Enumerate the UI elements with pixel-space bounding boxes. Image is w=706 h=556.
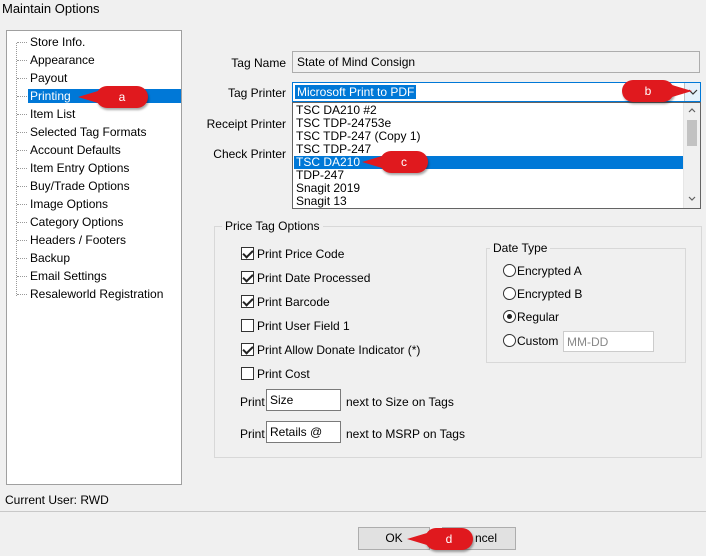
current-user-status: Current User: RWD	[5, 493, 109, 507]
tree-item-label: Payout	[30, 71, 68, 85]
tree-item-item-list[interactable]: Item List	[7, 106, 181, 123]
tree-item-label: Email Settings	[30, 269, 107, 283]
date-type-title: Date Type	[490, 241, 551, 255]
tree-item-resaleworld-registration[interactable]: Resaleworld Registration	[7, 286, 181, 303]
print-retails-label: Print	[240, 427, 265, 441]
dropdown-option[interactable]: Snagit 2019	[294, 182, 683, 195]
tree-item-appearance[interactable]: Appearance	[7, 52, 181, 69]
encrypted-a-label: Encrypted A	[517, 264, 582, 278]
tree-item-category-options[interactable]: Category Options	[7, 214, 181, 231]
print-date-processed-label: Print Date Processed	[257, 271, 371, 285]
tree-item-backup[interactable]: Backup	[7, 250, 181, 267]
print-cost-label: Print Cost	[257, 367, 310, 381]
tree-item-label: Image Options	[30, 197, 109, 211]
callout-a: a	[78, 86, 148, 108]
tree-item-label: Appearance	[30, 53, 95, 67]
print-price-code-checkbox[interactable]	[241, 247, 254, 260]
print-barcode-checkbox[interactable]	[241, 295, 254, 308]
print-size-label: Print	[240, 395, 265, 409]
tree-item-label: Selected Tag Formats	[30, 125, 147, 139]
window-title: Maintain Options	[2, 1, 100, 16]
retails-suffix-label: next to MSRP on Tags	[346, 427, 465, 441]
print-barcode-label: Print Barcode	[257, 295, 330, 309]
tree-item-label: Backup	[30, 251, 71, 265]
tag-name-field: State of Mind Consign	[292, 51, 700, 73]
tree-item-label: Buy/Trade Options	[30, 179, 130, 193]
tree-item-account-defaults[interactable]: Account Defaults	[7, 142, 181, 159]
tree-item-label: Item Entry Options	[30, 161, 130, 175]
tag-printer-value: Microsoft Print to PDF	[295, 85, 417, 99]
tree-item-image-options[interactable]: Image Options	[7, 196, 181, 213]
encrypted-b-radio[interactable]	[503, 287, 516, 300]
check-printer-label: Check Printer	[213, 147, 286, 161]
print-allow-donate-label: Print Allow Donate Indicator (*)	[257, 343, 421, 357]
tree-item-payout[interactable]: Payout	[7, 70, 181, 87]
print-user-field-1-checkbox[interactable]	[241, 319, 254, 332]
callout-b: b	[622, 80, 692, 102]
dropdown-option[interactable]: Snagit 13	[294, 195, 683, 208]
tree-item-label: Item List	[30, 107, 76, 121]
callout-d: d	[407, 528, 473, 550]
dropdown-option-highlighted[interactable]: TSC DA210	[294, 156, 683, 169]
tree-item-item-entry-options[interactable]: Item Entry Options	[7, 160, 181, 177]
encrypted-b-label: Encrypted B	[517, 287, 583, 301]
tree-item-headers-footers[interactable]: Headers / Footers	[7, 232, 181, 249]
tree-item-label: Resaleworld Registration	[30, 287, 164, 301]
print-date-processed-checkbox[interactable]	[241, 271, 254, 284]
regular-radio[interactable]	[503, 310, 516, 323]
footer-divider	[0, 511, 706, 512]
print-user-field-1-label: Print User Field 1	[257, 319, 350, 333]
custom-date-field[interactable]: MM-DD	[563, 331, 654, 352]
size-text-field[interactable]: Size	[266, 389, 341, 411]
custom-radio[interactable]	[503, 334, 516, 347]
custom-label: Custom	[517, 334, 559, 348]
retails-text-field[interactable]: Retails @	[266, 421, 341, 443]
print-allow-donate-checkbox[interactable]	[241, 343, 254, 356]
tree-item-selected-tag-formats[interactable]: Selected Tag Formats	[7, 124, 181, 141]
tree-item-email-settings[interactable]: Email Settings	[7, 268, 181, 285]
size-suffix-label: next to Size on Tags	[346, 395, 454, 409]
print-cost-checkbox[interactable]	[241, 367, 254, 380]
receipt-printer-label: Receipt Printer	[206, 117, 286, 131]
printer-dropdown-list[interactable]: TSC DA210 #2 TSC TDP-24753e TSC TDP-247 …	[292, 102, 701, 209]
tree-item-label: Account Defaults	[30, 143, 121, 157]
price-tag-options-title: Price Tag Options	[222, 219, 323, 233]
tag-printer-label: Tag Printer	[227, 86, 286, 100]
tree-item-label: Category Options	[30, 215, 124, 229]
tree-item-store-info[interactable]: Store Info.	[7, 34, 181, 51]
tree-item-label: Headers / Footers	[30, 233, 127, 247]
print-price-code-label: Print Price Code	[257, 247, 345, 261]
tree-item-buy-trade-options[interactable]: Buy/Trade Options	[7, 178, 181, 195]
callout-c: c	[362, 151, 428, 173]
dropdown-scrollbar[interactable]	[683, 103, 700, 208]
tag-name-label: Tag Name	[231, 56, 286, 70]
regular-label: Regular	[517, 310, 560, 324]
tree-item-label: Store Info.	[30, 35, 86, 49]
encrypted-a-radio[interactable]	[503, 264, 516, 277]
